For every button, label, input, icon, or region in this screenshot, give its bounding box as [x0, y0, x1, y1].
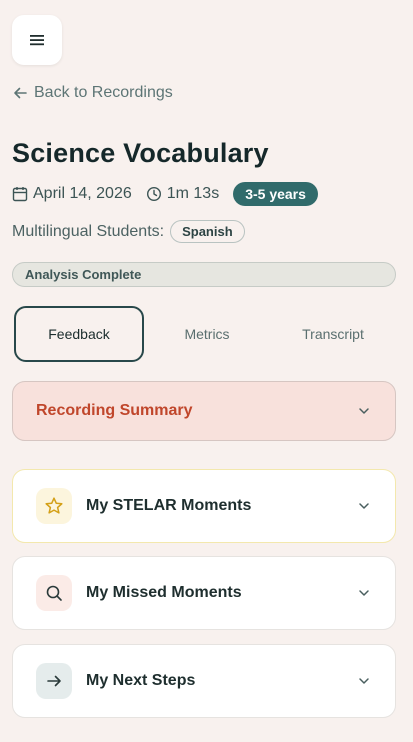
- chevron-down-icon: [357, 499, 371, 513]
- missed-moments-card[interactable]: My Missed Moments: [12, 556, 396, 630]
- language-chip: Spanish: [170, 220, 245, 243]
- tab-bar: Feedback Metrics Transcript: [14, 306, 396, 362]
- tab-feedback-label: Feedback: [48, 326, 110, 342]
- tab-transcript-label: Transcript: [302, 326, 364, 342]
- tab-metrics-label: Metrics: [184, 326, 230, 342]
- missed-moments-title: My Missed Moments: [86, 584, 242, 601]
- stelar-moments-title: My STELAR Moments: [86, 497, 252, 514]
- star-icon: [36, 488, 72, 524]
- hamburger-icon: [30, 35, 44, 46]
- recording-summary-card[interactable]: Recording Summary: [12, 381, 396, 441]
- multilingual-row: Multilingual Students: Spanish: [12, 220, 245, 243]
- menu-button[interactable]: [12, 15, 62, 65]
- chevron-down-icon: [357, 586, 371, 600]
- tab-metrics[interactable]: Metrics: [144, 306, 270, 362]
- recording-date: April 14, 2026: [12, 185, 132, 203]
- next-steps-title: My Next Steps: [86, 672, 196, 689]
- arrow-right-icon: [36, 663, 72, 699]
- recording-meta: April 14, 2026 1m 13s 3-5 years: [12, 182, 318, 206]
- back-label: Back to Recordings: [34, 84, 173, 101]
- stelar-moments-card[interactable]: My STELAR Moments: [12, 469, 396, 543]
- date-text: April 14, 2026: [33, 185, 132, 202]
- multilingual-label: Multilingual Students:: [12, 222, 165, 240]
- back-to-recordings-link[interactable]: Back to Recordings: [12, 84, 173, 102]
- duration-text: 1m 13s: [166, 185, 220, 202]
- search-icon: [36, 575, 72, 611]
- status-text: Analysis Complete: [25, 267, 142, 282]
- clock-icon: [146, 186, 161, 202]
- calendar-icon: [12, 187, 28, 202]
- tab-transcript[interactable]: Transcript: [270, 306, 396, 362]
- arrow-left-icon: [14, 87, 27, 99]
- age-range-badge: 3-5 years: [233, 182, 318, 206]
- chevron-down-icon: [357, 404, 371, 418]
- chevron-down-icon: [357, 674, 371, 688]
- next-steps-card[interactable]: My Next Steps: [12, 644, 396, 718]
- page-title: Science Vocabulary: [12, 138, 269, 168]
- recording-summary-title: Recording Summary: [36, 402, 193, 419]
- status-badge: Analysis Complete: [12, 262, 396, 287]
- tab-feedback[interactable]: Feedback: [14, 306, 144, 362]
- recording-duration: 1m 13s: [146, 185, 219, 203]
